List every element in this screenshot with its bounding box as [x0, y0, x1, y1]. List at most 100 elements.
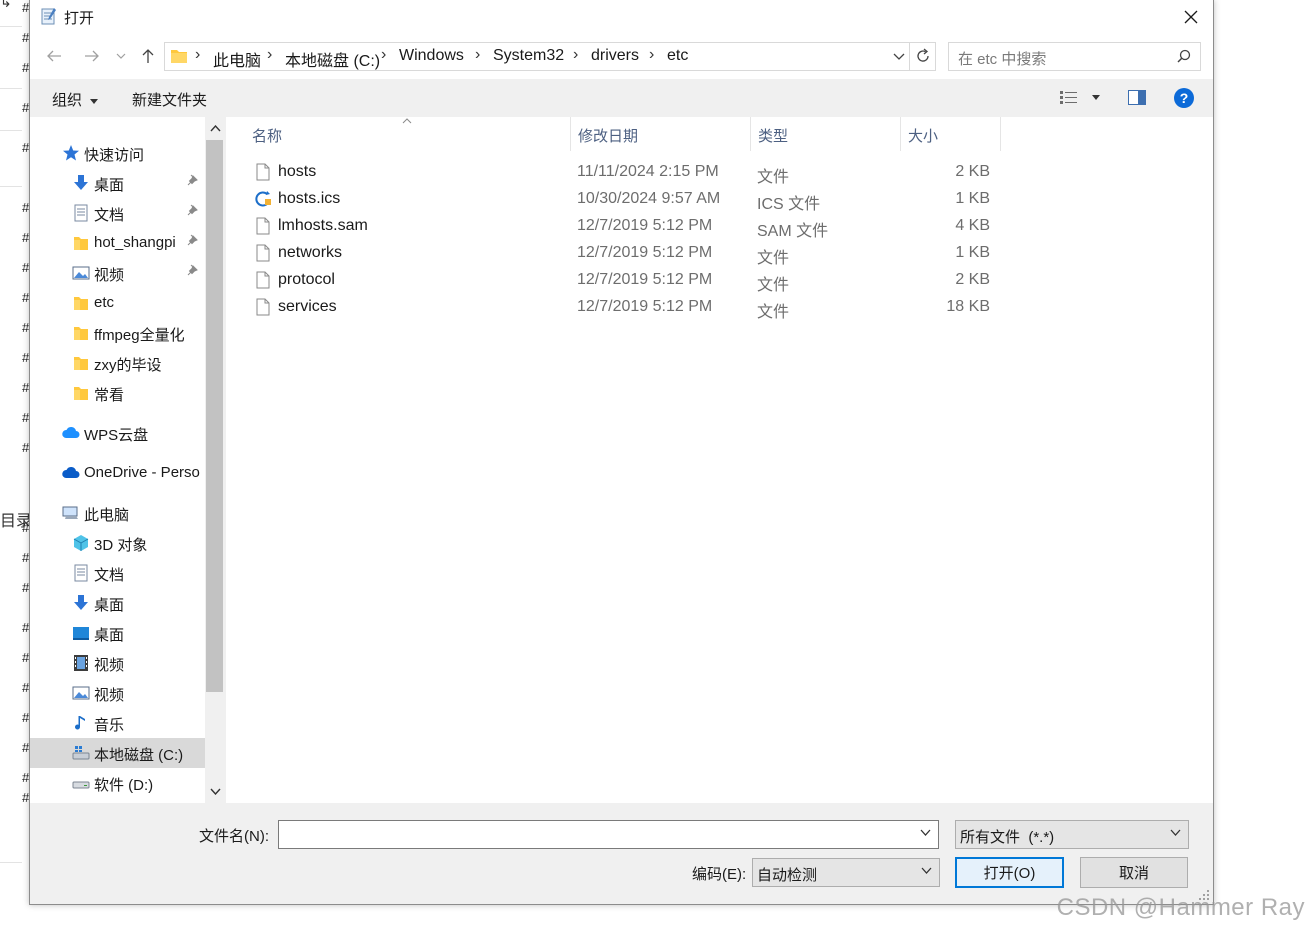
drive-icon — [72, 774, 90, 792]
column-header-size[interactable]: 大小 — [908, 125, 938, 146]
file-row[interactable]: hosts.ics 10/30/2024 9:57 AM ICS 文件 1 KB — [248, 186, 1008, 213]
breadcrumb-separator-icon[interactable]: › — [475, 46, 480, 64]
preview-pane-icon[interactable] — [1128, 90, 1146, 105]
back-button[interactable] — [42, 44, 66, 68]
column-header-date[interactable]: 修改日期 — [578, 125, 638, 146]
file-size: 2 KB — [955, 163, 990, 180]
nav-wps-cloud[interactable]: WPS云盘 — [30, 418, 226, 448]
folder-icon — [72, 384, 90, 402]
nav-this-pc[interactable]: 此电脑 — [30, 498, 226, 528]
search-placeholder: 在 etc 中搜索 — [958, 51, 1047, 68]
file-row[interactable]: protocol 12/7/2019 5:12 PM 文件 2 KB — [248, 267, 1008, 294]
watermark: CSDN @Hammer Ray — [1056, 894, 1305, 921]
nav-pc-item[interactable]: 视频 — [30, 648, 226, 678]
view-details-icon[interactable] — [1060, 91, 1078, 105]
background-divider — [0, 26, 22, 27]
dialog-title: 打开 — [64, 10, 95, 27]
search-box[interactable]: 在 etc 中搜索 — [948, 42, 1201, 71]
nav-item[interactable]: hot_shangpi — [30, 228, 226, 258]
nav-item-label: zxy的毕设 — [94, 357, 162, 374]
document-icon — [72, 564, 90, 582]
breadcrumb-item[interactable]: Windows — [399, 47, 464, 65]
pin-icon[interactable] — [187, 234, 199, 249]
chevron-down-icon[interactable] — [920, 829, 931, 836]
breadcrumb-item[interactable]: 本地磁盘 (C:) — [285, 47, 380, 71]
refresh-icon[interactable] — [915, 48, 931, 64]
nav-pc-item[interactable]: 软件 (D:) — [30, 768, 226, 798]
pin-icon[interactable] — [187, 204, 199, 219]
up-button[interactable] — [136, 44, 160, 68]
nav-item[interactable]: 桌面 — [30, 168, 226, 198]
open-button[interactable]: 打开(O) — [955, 857, 1064, 888]
download-arrow-icon — [72, 174, 90, 192]
column-header-type[interactable]: 类型 — [758, 125, 788, 146]
breadcrumb-separator-icon[interactable]: › — [649, 46, 654, 64]
cancel-button[interactable]: 取消 — [1080, 857, 1188, 888]
file-list[interactable]: 名称 修改日期 类型 大小 hosts 11/11/2024 2:15 PM 文件 2… — [226, 117, 1213, 803]
nav-pc-item[interactable]: 本地磁盘 (C:) — [30, 738, 226, 768]
nav-item[interactable]: zxy的毕设 — [30, 348, 226, 378]
music-note-icon — [72, 714, 90, 732]
folder-icon — [72, 234, 90, 252]
organize-button[interactable]: 组织 — [52, 89, 99, 110]
nav-item[interactable]: 常看 — [30, 378, 226, 408]
nav-item[interactable]: ffmpeg全量化 — [30, 318, 226, 348]
navigation-pane[interactable]: 快速访问 桌面 文档 hot_shangpi 视频 etc ffmpeg全量化 zxy的毕设常… — [30, 117, 226, 803]
filename-input[interactable] — [278, 820, 939, 849]
close-button[interactable] — [1169, 0, 1213, 33]
file-row[interactable]: networks 12/7/2019 5:12 PM 文件 1 KB — [248, 240, 1008, 267]
file-row[interactable]: services 12/7/2019 5:12 PM 文件 18 KB — [248, 294, 1008, 321]
nav-item-label: 视频 — [94, 687, 125, 704]
chevron-down-icon[interactable] — [893, 53, 905, 61]
breadcrumb-item[interactable]: 此电脑 — [213, 47, 261, 71]
address-bar[interactable]: › 此电脑 › 本地磁盘 (C:) › Windows › System32 › drivers ›… — [164, 42, 936, 71]
forward-button[interactable] — [80, 44, 104, 68]
nav-pc-item[interactable]: 视频 — [30, 678, 226, 708]
new-folder-button[interactable]: 新建文件夹 — [132, 89, 207, 110]
view-options-caret-icon[interactable] — [1092, 95, 1100, 100]
breadcrumb-item[interactable]: drivers — [591, 47, 639, 65]
column-divider[interactable] — [1000, 117, 1001, 151]
nav-pc-item[interactable]: 桌面 — [30, 588, 226, 618]
file-row[interactable]: lmhosts.sam 12/7/2019 5:12 PM SAM 文件 4 KB — [248, 213, 1008, 240]
nav-pc-item[interactable]: 桌面 — [30, 618, 226, 648]
nav-item[interactable]: etc — [30, 288, 226, 318]
file-type-select[interactable]: 所有文件 (*.*) — [955, 820, 1189, 849]
nav-scrollbar-thumb[interactable] — [206, 140, 223, 692]
breadcrumb-separator-icon[interactable]: › — [573, 46, 578, 64]
scroll-down-icon[interactable] — [210, 788, 221, 795]
breadcrumb-item[interactable]: System32 — [493, 47, 564, 65]
encoding-select[interactable]: 自动检测 — [752, 858, 940, 887]
column-header-name[interactable]: 名称 — [252, 125, 282, 146]
breadcrumb-separator-icon[interactable]: › — [195, 46, 200, 64]
breadcrumb-separator-icon[interactable]: › — [267, 46, 272, 64]
chevron-down-icon — [921, 867, 932, 874]
nav-onedrive[interactable]: OneDrive - Perso — [30, 458, 226, 488]
help-icon[interactable]: ? — [1173, 87, 1195, 109]
pin-icon[interactable] — [187, 174, 199, 189]
arrow-left-icon — [47, 50, 61, 62]
recent-locations-button[interactable] — [112, 44, 130, 68]
nav-item-label: 常看 — [94, 387, 125, 404]
nav-pc-item[interactable]: 文档 — [30, 558, 226, 588]
column-divider[interactable] — [750, 117, 751, 151]
nav-pc-item[interactable]: 3D 对象 — [30, 528, 226, 558]
background-divider — [0, 186, 22, 187]
column-divider[interactable] — [570, 117, 571, 151]
file-type: SAM 文件 — [757, 223, 829, 240]
picture-icon — [72, 264, 90, 282]
column-divider[interactable] — [900, 117, 901, 151]
file-row[interactable]: hosts 11/11/2024 2:15 PM 文件 2 KB — [248, 159, 1008, 186]
breadcrumb-item[interactable]: etc — [667, 47, 688, 65]
cloud-onedrive-icon — [62, 464, 80, 482]
scroll-up-icon[interactable] — [210, 125, 221, 132]
nav-item[interactable]: 视频 — [30, 258, 226, 288]
search-icon[interactable] — [1177, 49, 1191, 63]
pin-icon[interactable] — [187, 264, 199, 279]
breadcrumb-separator-icon[interactable]: › — [381, 46, 386, 64]
nav-item[interactable]: 文档 — [30, 198, 226, 228]
nav-pc-item[interactable]: 音乐 — [30, 708, 226, 738]
nav-quick-access[interactable]: 快速访问 — [30, 138, 226, 168]
organize-label: 组织 — [52, 92, 83, 109]
address-row: › 此电脑 › 本地磁盘 (C:) › Windows › System32 › drivers ›… — [30, 33, 1213, 79]
